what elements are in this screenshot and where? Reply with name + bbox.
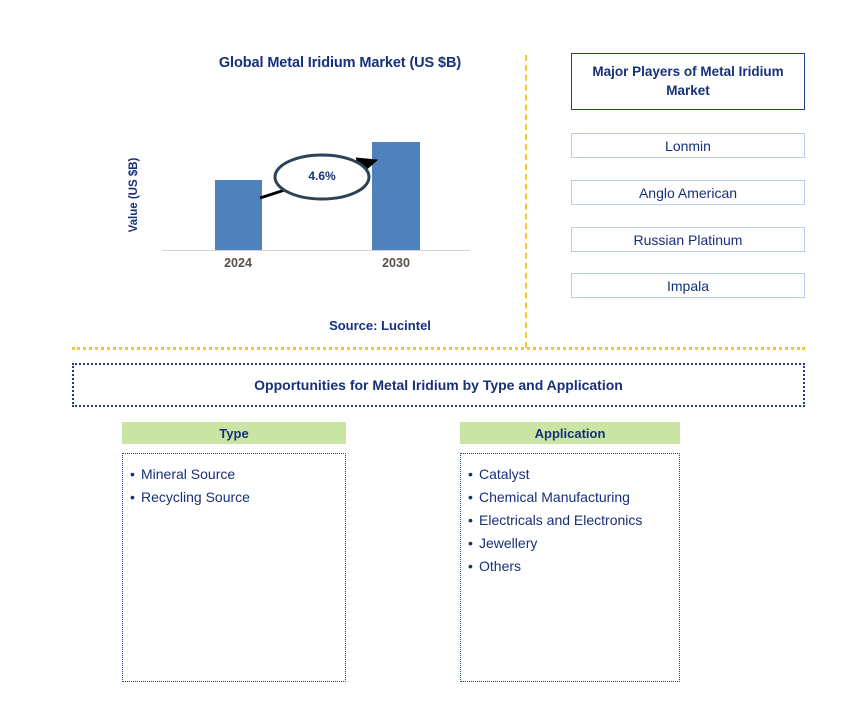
list-item: Others xyxy=(461,557,679,580)
list-item: Mineral Source xyxy=(123,465,345,488)
column-box-application: Catalyst Chemical Manufacturing Electric… xyxy=(460,453,680,682)
cagr-value-label: 4.6% xyxy=(308,169,336,183)
vertical-divider xyxy=(525,55,527,348)
column-header-application: Application xyxy=(460,422,680,444)
player-item-lonmin: Lonmin xyxy=(571,133,805,158)
player-item-impala: Impala xyxy=(571,273,805,298)
player-item-anglo-american: Anglo American xyxy=(571,180,805,205)
column-box-type: Mineral Source Recycling Source xyxy=(122,453,346,682)
chart-title: Global Metal Iridium Market (US $B) xyxy=(218,55,462,71)
source-label: Source: Lucintel xyxy=(329,318,431,333)
player-label: Russian Platinum xyxy=(633,231,743,248)
type-list: Mineral Source Recycling Source xyxy=(123,465,345,511)
opportunities-banner: Opportunities for Metal Iridium by Type … xyxy=(72,363,805,407)
bar-chart: Value (US $B) 2024 2030 4.6% xyxy=(128,130,510,280)
horizontal-divider xyxy=(72,347,805,350)
list-item: Jewellery xyxy=(461,534,679,557)
list-item: Chemical Manufacturing xyxy=(461,488,679,511)
player-label: Impala xyxy=(666,277,710,294)
application-list: Catalyst Chemical Manufacturing Electric… xyxy=(461,465,679,579)
column-header-type: Type xyxy=(122,422,346,444)
cagr-callout-graphics xyxy=(259,153,379,201)
player-item-russian-platinum: Russian Platinum xyxy=(571,227,805,252)
list-item: Recycling Source xyxy=(123,488,345,511)
y-axis-label: Value (US $B) xyxy=(128,157,140,233)
major-players-header: Major Players of Metal Iridium Market xyxy=(571,53,805,110)
player-label: Anglo American xyxy=(638,184,738,201)
list-item: Catalyst xyxy=(461,465,679,488)
player-label: Lonmin xyxy=(665,137,711,154)
infographic-page: Global Metal Iridium Market (US $B) Valu… xyxy=(0,0,868,720)
list-item: Electricals and Electronics xyxy=(461,511,679,534)
